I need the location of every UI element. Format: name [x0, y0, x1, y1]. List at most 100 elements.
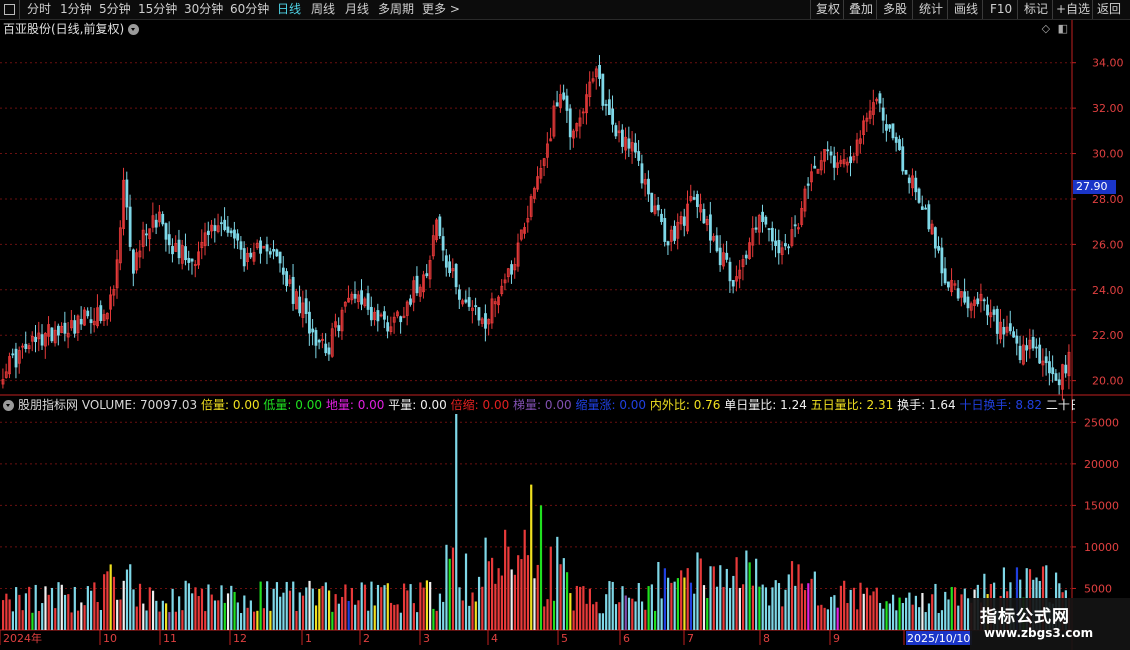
candle-body — [787, 246, 791, 249]
volume-indicator-header: 股朋指标网 VOLUME: 70097.03 倍量: 0.00 低量: 0.00… — [0, 397, 1075, 413]
volume-bar — [722, 587, 725, 630]
volume-bar — [693, 593, 696, 630]
candle-body — [177, 239, 181, 259]
volume-bar — [950, 586, 953, 630]
volume-bar — [282, 592, 285, 630]
volume-bar — [275, 582, 279, 630]
candle-body — [441, 236, 445, 251]
candle-body — [904, 169, 908, 175]
volume-bar — [696, 552, 699, 630]
volume-bar — [119, 599, 122, 630]
price-axis-label: 20.00 — [1092, 375, 1124, 388]
time-axis-label: 5 — [561, 632, 568, 645]
volume-bar — [334, 594, 337, 630]
candle-body — [692, 197, 696, 200]
volume-bar — [572, 610, 575, 630]
candle-body — [650, 192, 654, 213]
candle-body — [206, 230, 210, 235]
volume-bar — [57, 582, 60, 630]
indicator-item-17: 二十日换手: 16 — [1045, 398, 1075, 412]
candle-body — [265, 244, 269, 252]
candle-body — [682, 216, 686, 226]
candle-body — [849, 156, 852, 164]
candle-body — [963, 291, 967, 303]
volume-bar — [504, 529, 507, 630]
volume-bar — [93, 582, 96, 630]
candle-body — [656, 204, 660, 211]
volume-bar — [455, 414, 458, 630]
candle-body — [415, 275, 419, 294]
volume-bar — [924, 612, 927, 630]
volume-bar — [569, 593, 572, 630]
volume-bar — [826, 609, 829, 630]
volume-bar — [41, 603, 44, 630]
volume-bar — [412, 603, 415, 630]
candle-body — [621, 129, 624, 147]
volume-bar — [60, 584, 63, 630]
volume-bar — [546, 599, 549, 630]
volume-bar — [50, 587, 54, 630]
volume-bar — [852, 587, 856, 630]
candle-body — [131, 249, 135, 274]
volume-bar — [86, 586, 89, 630]
volume-bar — [833, 595, 836, 630]
candle-body — [956, 288, 960, 299]
candle-body — [943, 268, 947, 284]
volume-bar — [354, 604, 357, 630]
candle-body — [73, 320, 77, 334]
volume-bar — [931, 594, 934, 630]
volume-bar — [305, 587, 308, 630]
candle-body — [1064, 364, 1068, 374]
indicator-item-16: 十日换手: 8.82 — [955, 398, 1043, 412]
volume-bar — [373, 605, 376, 630]
price-axis-label: 30.00 — [1092, 148, 1124, 161]
volume-bar — [670, 582, 673, 630]
volume-bar — [878, 602, 882, 630]
volume-bar — [634, 601, 637, 630]
time-axis-label: 2 — [363, 632, 370, 645]
volume-bar — [611, 581, 614, 630]
volume-bar — [598, 613, 601, 630]
time-axis-label: 6 — [623, 632, 630, 645]
candle-body — [1054, 373, 1058, 381]
volume-bar — [324, 582, 327, 630]
volume-bar — [383, 585, 386, 630]
candle-body — [86, 310, 90, 317]
candle-body — [1044, 356, 1048, 364]
kline-chart[interactable]: 34.0032.0030.0028.0026.0024.0022.0020.00… — [0, 0, 1130, 650]
volume-bar — [918, 607, 921, 630]
volume-bar — [122, 580, 125, 630]
candle-body — [125, 179, 129, 208]
volume-bar — [667, 577, 670, 630]
candle-body — [1048, 361, 1051, 374]
candle-body — [881, 107, 885, 121]
candle-body — [878, 93, 882, 104]
volume-bar — [318, 588, 321, 630]
candle-body — [444, 255, 448, 268]
price-axis-label: 32.00 — [1092, 102, 1124, 115]
volume-bar — [350, 587, 354, 630]
volume-bar — [856, 609, 859, 630]
volume-bar — [288, 590, 292, 630]
candle-body — [937, 246, 941, 251]
volume-bar — [99, 610, 102, 630]
candle-body — [832, 155, 836, 168]
candle-body — [304, 298, 308, 314]
volume-bar — [497, 568, 500, 630]
volume-bar — [771, 587, 774, 630]
candle-body — [982, 299, 986, 302]
volume-bar — [112, 576, 116, 630]
time-axis-label: 2024年 — [3, 631, 42, 645]
watermark: 指标公式网 www.zbgs3.com — [970, 598, 1130, 650]
candle-body — [187, 257, 191, 263]
candle-body — [992, 309, 996, 315]
volume-bar — [963, 588, 966, 630]
candle-body — [275, 249, 279, 257]
volume-bar — [728, 587, 732, 630]
candle-body — [190, 258, 194, 262]
volume-bar — [784, 589, 787, 630]
volume-bar — [559, 564, 562, 630]
volume-bar — [908, 592, 911, 630]
indicator-dropdown-icon[interactable] — [3, 400, 14, 411]
volume-bar — [810, 578, 813, 630]
